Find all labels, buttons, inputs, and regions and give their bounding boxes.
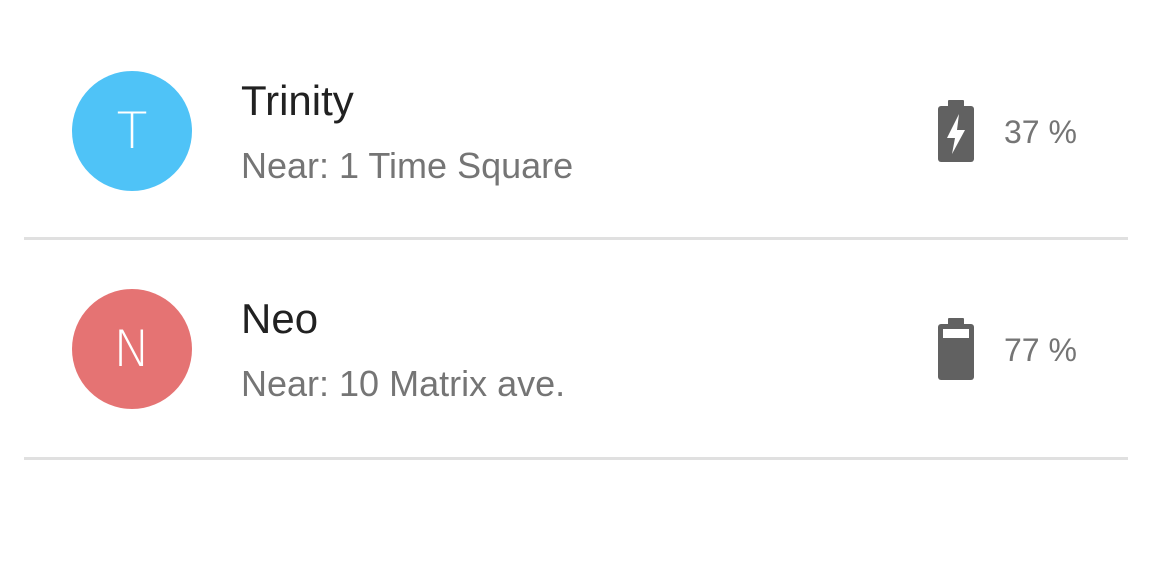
contact-name: Trinity [241, 77, 354, 124]
battery-percentage: 37 % [1004, 114, 1077, 150]
contact-location: Near: 10 Matrix ave. [241, 363, 566, 404]
contact-name: Neo [241, 295, 319, 342]
battery-charging-icon [938, 100, 974, 162]
avatar: N [72, 289, 192, 409]
contact-row-trinity[interactable]: T Trinity Near: 1 Time Square 37 % [24, 22, 1128, 240]
contact-location: Near: 1 Time Square [241, 145, 574, 186]
battery-percentage: 77 % [1004, 332, 1077, 368]
avatar-initial: T [116, 102, 148, 160]
contact-list: T Trinity Near: 1 Time Square 37 % N Neo… [24, 22, 1128, 460]
battery-icon [938, 318, 974, 380]
contact-row-neo[interactable]: N Neo Near: 10 Matrix ave. 77 % [24, 240, 1128, 460]
avatar-initial: N [113, 320, 151, 378]
avatar: T [72, 71, 192, 191]
